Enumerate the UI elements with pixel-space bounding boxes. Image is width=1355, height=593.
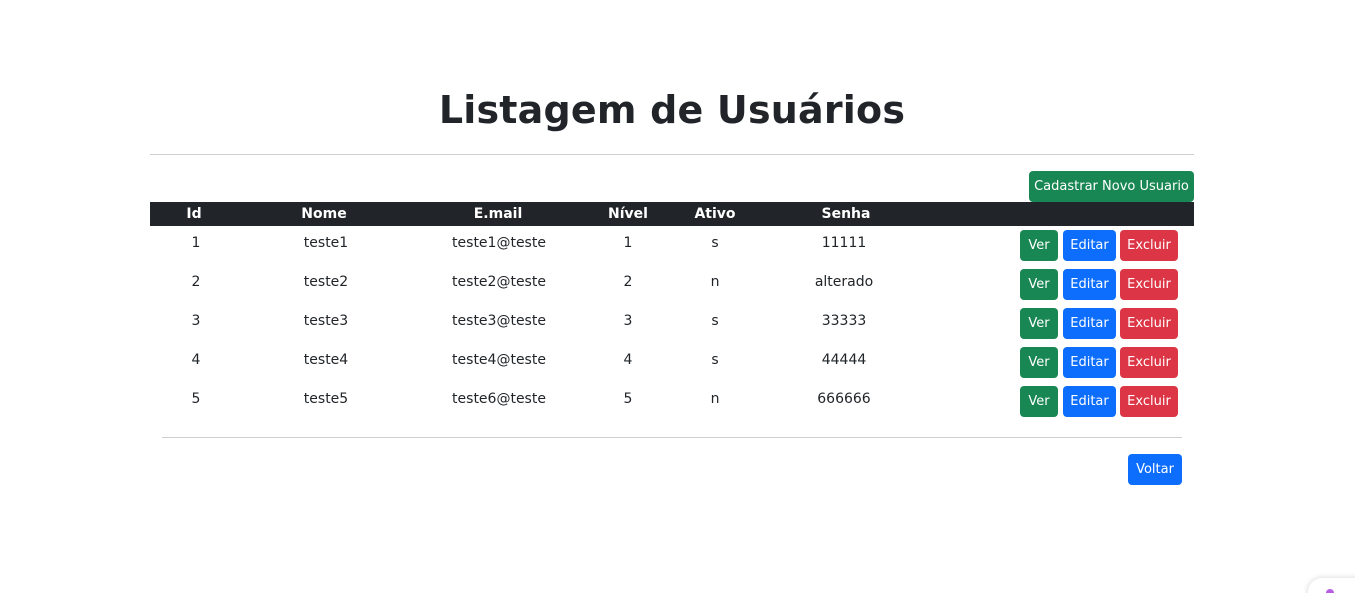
delete-button[interactable]: Excluir — [1120, 347, 1178, 378]
table-row: 3 teste3 teste3@teste 3 s 33333 Ver Editar Exclu… — [0, 308, 1355, 347]
cell-email: teste4@teste — [452, 352, 546, 368]
table-row: 5 teste5 teste6@teste 5 n 666666 Ver Editar Excl… — [0, 386, 1355, 425]
view-button[interactable]: Ver — [1020, 308, 1058, 339]
view-button[interactable]: Ver — [1020, 230, 1058, 261]
table-row: 1 teste1 teste1@teste 1 s 11111 Ver Editar Exclu… — [0, 230, 1355, 269]
table-row: 4 teste4 teste4@teste 4 s 44444 Ver Editar Exclu… — [0, 347, 1355, 386]
cell-ativo: n — [710, 391, 720, 407]
cell-email: teste2@teste — [452, 274, 546, 290]
cell-senha: 44444 — [821, 352, 867, 368]
cell-id: 3 — [191, 313, 201, 329]
cell-id: 1 — [191, 235, 201, 251]
cell-senha: alterado — [814, 274, 874, 290]
cell-nivel: 4 — [623, 352, 633, 368]
view-button[interactable]: Ver — [1020, 386, 1058, 417]
cell-email: teste1@teste — [452, 235, 546, 251]
delete-button[interactable]: Excluir — [1120, 308, 1178, 339]
cell-senha: 33333 — [821, 313, 867, 329]
edit-button[interactable]: Editar — [1063, 347, 1116, 378]
new-user-button[interactable]: Cadastrar Novo Usuario — [1029, 171, 1194, 202]
delete-button[interactable]: Excluir — [1120, 269, 1178, 300]
divider-bottom — [162, 437, 1182, 438]
cell-ativo: s — [711, 235, 719, 251]
header-nome: Nome — [301, 206, 347, 222]
edit-button[interactable]: Editar — [1063, 308, 1116, 339]
delete-button[interactable]: Excluir — [1120, 386, 1178, 417]
cell-nome: teste3 — [303, 313, 349, 329]
edit-button[interactable]: Editar — [1063, 386, 1116, 417]
cell-nivel: 2 — [623, 274, 633, 290]
cell-senha: 666666 — [817, 391, 871, 407]
delete-button[interactable]: Excluir — [1120, 230, 1178, 261]
cell-nome: teste4 — [303, 352, 349, 368]
view-button[interactable]: Ver — [1020, 347, 1058, 378]
cell-id: 2 — [191, 274, 201, 290]
cell-nome: teste2 — [303, 274, 349, 290]
edit-button[interactable]: Editar — [1063, 269, 1116, 300]
view-button[interactable]: Ver — [1020, 269, 1058, 300]
cell-ativo: s — [711, 313, 719, 329]
cell-ativo: s — [711, 352, 719, 368]
header-id: Id — [186, 206, 202, 222]
header-ativo: Ativo — [694, 206, 736, 222]
back-button[interactable]: Voltar — [1128, 454, 1182, 485]
cell-nivel: 5 — [623, 391, 633, 407]
cell-nome: teste5 — [303, 391, 349, 407]
cell-nivel: 1 — [623, 235, 633, 251]
table-header: Id Nome E.mail Nível Ativo Senha — [150, 202, 1194, 226]
cell-ativo: n — [710, 274, 720, 290]
cell-nivel: 3 — [623, 313, 633, 329]
cell-senha: 11111 — [821, 235, 867, 251]
table-row: 2 teste2 teste2@teste 2 n alterado Ver Editar Ex… — [0, 269, 1355, 308]
edit-button[interactable]: Editar — [1063, 230, 1116, 261]
page-title: Listagem de Usuários — [438, 88, 906, 132]
cell-id: 4 — [191, 352, 201, 368]
cell-nome: teste1 — [303, 235, 349, 251]
header-nivel: Nível — [608, 206, 648, 222]
page: Listagem de Usuários Cadastrar Novo Usua… — [0, 0, 1355, 593]
divider-top — [150, 154, 1194, 155]
header-senha: Senha — [821, 206, 871, 222]
cell-email: teste3@teste — [452, 313, 546, 329]
cell-id: 5 — [191, 391, 201, 407]
widget-icon — [1326, 589, 1334, 593]
header-email: E.mail — [473, 206, 523, 222]
cell-email: teste6@teste — [452, 391, 546, 407]
